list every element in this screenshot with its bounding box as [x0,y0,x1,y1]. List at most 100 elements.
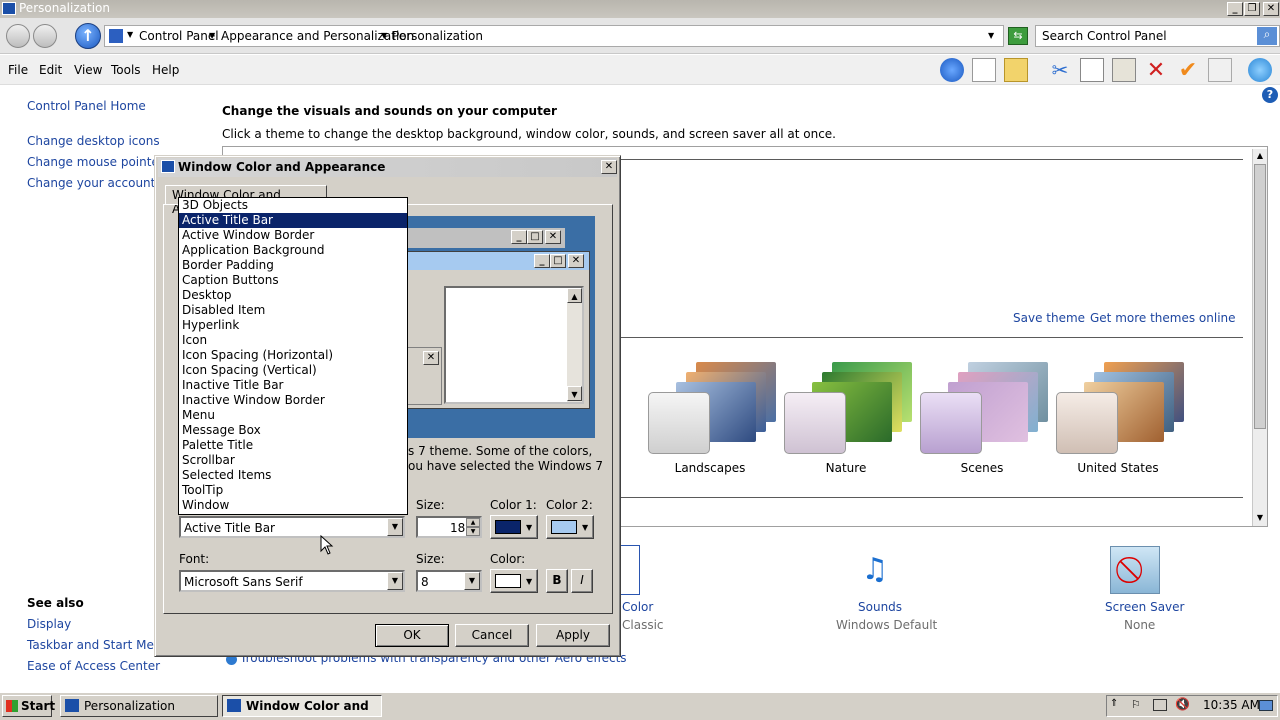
check-icon[interactable]: ✔ [1176,58,1200,83]
screen-saver-link[interactable]: Screen Saver [1105,600,1184,614]
screen-saver-icon[interactable]: ⃠ [1110,546,1160,594]
sounds-icon[interactable]: ♫ [848,546,902,594]
list-item[interactable]: Message Box [179,423,407,438]
theme-scenes[interactable]: Scenes [920,362,1048,477]
sidebar-home-link[interactable]: Control Panel Home [27,99,146,113]
properties-icon[interactable] [1208,58,1232,82]
start-button[interactable]: Start [2,695,55,717]
close-button[interactable]: ✕ [1263,2,1279,16]
chevron-down-icon[interactable]: ▼ [127,30,133,39]
chevron-down-icon[interactable]: ▼ [381,31,387,40]
chevron-down-icon[interactable]: ▼ [464,572,480,590]
flag-icon[interactable]: ⚐ [1131,698,1141,711]
list-item[interactable]: Icon Spacing (Vertical) [179,363,407,378]
menu-tools[interactable]: Tools [111,63,141,77]
list-item[interactable]: ToolTip [179,483,407,498]
sidebar-account-picture[interactable]: Change your account picture [27,176,154,190]
see-also-ease-of-access[interactable]: Ease of Access Center [27,659,160,673]
network-icon[interactable] [1153,699,1167,711]
chevron-down-icon[interactable]: ▼ [209,31,215,40]
see-also-taskbar[interactable]: Taskbar and Start Menu [27,638,169,652]
globe-icon[interactable] [1248,58,1272,82]
list-item[interactable]: Window [179,498,407,513]
get-more-themes-link[interactable]: Get more themes online [1090,311,1236,325]
theme-nature[interactable]: Nature [784,362,912,477]
minimize-button[interactable]: _ [1227,2,1243,16]
page-icon[interactable] [972,58,996,82]
stepper-up-icon[interactable]: ▲ [466,518,480,527]
crumb-control-panel[interactable]: Control Panel [139,29,219,43]
delete-icon[interactable]: ✕ [1144,58,1168,83]
list-item[interactable]: Inactive Window Border [179,393,407,408]
speaker-muted-icon[interactable]: 🔇 [1175,697,1190,711]
chevron-down-icon[interactable]: ▼ [387,518,403,536]
list-item-selected[interactable]: Active Title Bar [179,213,407,228]
forward-button[interactable] [33,24,57,48]
stepper-down-icon[interactable]: ▼ [466,527,480,536]
list-item[interactable]: Hyperlink [179,318,407,333]
font-size-select[interactable]: 8 ▼ [416,570,482,592]
taskbar-personalization[interactable]: Personalization [60,695,218,717]
font-select[interactable]: Microsoft Sans Serif ▼ [179,570,405,592]
item-select[interactable]: Active Title Bar ▼ [179,516,405,538]
cancel-button[interactable]: Cancel [455,624,529,647]
apply-button[interactable]: Apply [536,624,610,647]
sidebar-mouse-pointers[interactable]: Change mouse pointers [27,155,170,169]
list-item[interactable]: Caption Buttons [179,273,407,288]
sounds-link[interactable]: Sounds [858,600,902,614]
menu-edit[interactable]: Edit [39,63,62,77]
scroll-down-icon[interactable]: ▼ [1253,511,1267,525]
list-item[interactable]: Scrollbar [179,453,407,468]
see-also-display[interactable]: Display [27,617,71,631]
item-dropdown-list[interactable]: 3D Objects Active Title Bar Active Windo… [178,197,408,515]
italic-button[interactable]: I [571,569,593,593]
list-item[interactable]: Application Background [179,243,407,258]
address-dropdown-icon[interactable]: ▼ [988,31,994,40]
item-size-stepper[interactable]: 18 ▲ ▼ [416,516,482,538]
up-arrow-icon[interactable]: ↑ [75,23,101,49]
dialog-close-button[interactable]: ✕ [601,160,617,174]
clock[interactable]: 10:35 AM [1203,698,1260,712]
refresh-icon[interactable]: ⇆ [1008,27,1028,45]
taskbar-window-color[interactable]: Window Color and A... [222,695,382,720]
list-item[interactable]: Desktop [179,288,407,303]
scrollbar[interactable]: ▲ ▼ [1252,149,1267,526]
list-item[interactable]: Inactive Title Bar [179,378,407,393]
list-item[interactable]: Icon Spacing (Horizontal) [179,348,407,363]
list-item[interactable]: Disabled Item [179,303,407,318]
color2-picker[interactable]: ▼ [546,515,594,539]
theme-landscapes[interactable]: Landscapes [648,362,776,477]
paste-icon[interactable] [1112,58,1136,82]
list-item[interactable]: Palette Title [179,438,407,453]
search-input[interactable]: Search Control Panel ⌕ [1035,25,1280,47]
list-item[interactable]: 3D Objects [179,198,407,213]
show-desktop-icon[interactable] [1259,700,1273,711]
font-color-picker[interactable]: ▼ [490,569,538,593]
list-item[interactable]: Selected Items [179,468,407,483]
cut-icon[interactable]: ✂ [1048,58,1072,82]
scroll-thumb[interactable] [1254,164,1266,429]
bold-button[interactable]: B [546,569,568,593]
theme-united-states[interactable]: United States [1056,362,1184,477]
scroll-up-icon[interactable]: ▲ [1253,149,1267,163]
folder-icon[interactable] [1004,58,1028,82]
chevron-up-icon[interactable]: ⇑ [1110,698,1118,709]
window-color-link[interactable]: Color [622,600,653,614]
list-item[interactable]: Border Padding [179,258,407,273]
search-icon[interactable]: ⌕ [1257,27,1277,45]
list-item[interactable]: Icon [179,333,407,348]
list-item[interactable]: Active Window Border [179,228,407,243]
crumb-personalization[interactable]: Personalization [392,29,483,43]
ok-button[interactable]: OK [375,624,449,647]
copy-icon[interactable] [1080,58,1104,82]
help-icon[interactable]: ? [1262,87,1278,103]
back-button[interactable] [6,24,30,48]
address-bar[interactable]: ▼ Control Panel ▼ Appearance and Persona… [104,25,1004,47]
sidebar-desktop-icons[interactable]: Change desktop icons [27,134,160,148]
chevron-down-icon[interactable]: ▼ [387,572,403,590]
up-icon[interactable] [940,58,964,82]
menu-help[interactable]: Help [152,63,179,77]
list-item[interactable]: Menu [179,408,407,423]
menu-view[interactable]: View [74,63,102,77]
color1-picker[interactable]: ▼ [490,515,538,539]
